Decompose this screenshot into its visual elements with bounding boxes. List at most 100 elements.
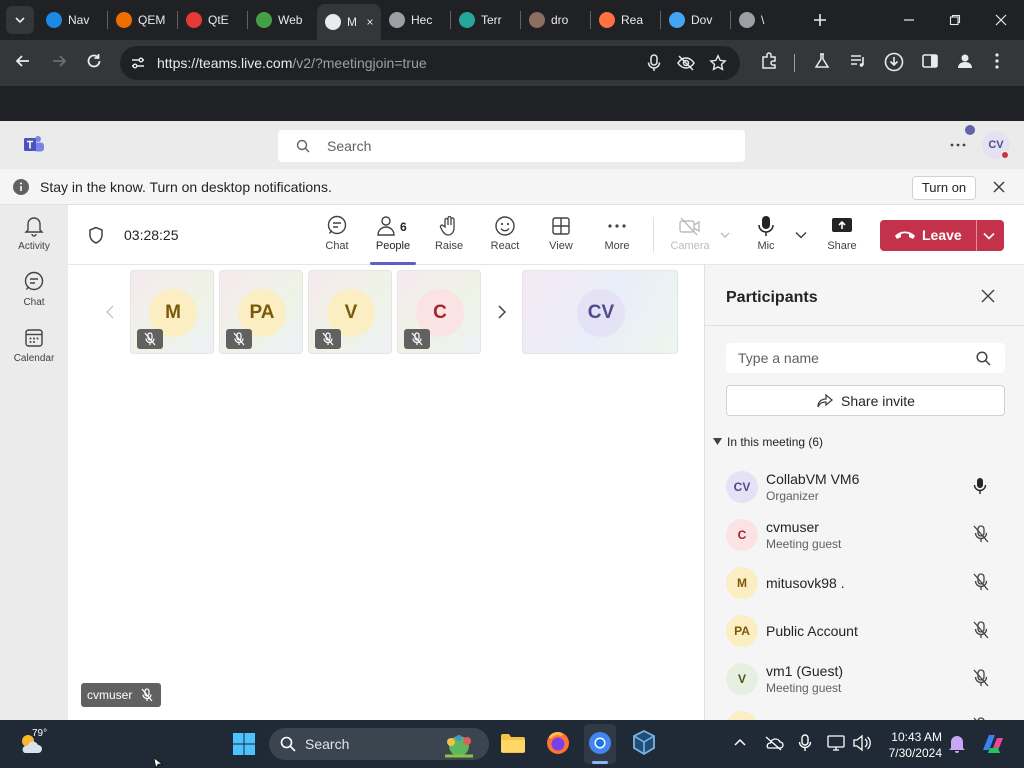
rail-item-chat[interactable]: Chat	[0, 271, 68, 308]
mic-off-icon	[322, 332, 334, 346]
media-controls-button[interactable]	[849, 52, 867, 70]
browser-tab[interactable]: Rea	[591, 4, 660, 36]
participant-row[interactable]: PA Public Account	[726, 611, 1016, 659]
bookmark-star-icon[interactable]	[709, 54, 727, 72]
person-icon	[958, 54, 972, 68]
browser-tab[interactable]: QEM	[108, 4, 177, 36]
app-rail: Activity Chat Calendar	[0, 205, 68, 720]
teams-search-box[interactable]: Search	[278, 130, 745, 162]
network-tray-icon[interactable]	[827, 734, 845, 752]
participant-search-input[interactable]	[726, 343, 1005, 373]
leave-label: Leave	[922, 227, 962, 243]
virtualbox-button[interactable]	[632, 730, 656, 756]
rail-item-calendar[interactable]: Calendar	[0, 327, 68, 364]
browser-tab[interactable]: Web	[248, 4, 317, 36]
firefox-button[interactable]	[545, 730, 571, 756]
participant-row[interactable]: Mmitusovk98 .	[726, 563, 1016, 611]
participant-tile[interactable]: M	[130, 270, 214, 354]
rail-item-activity[interactable]: Activity	[0, 215, 68, 252]
tiles-next-button[interactable]	[485, 270, 519, 354]
forward-button[interactable]	[50, 52, 68, 70]
camera-blocked-icon[interactable]	[676, 54, 696, 72]
address-bar[interactable]: https://teams.live.com/v2/?meetingjoin=t…	[120, 46, 740, 80]
browser-tab[interactable]: QtE	[178, 4, 247, 36]
taskbar-search[interactable]: Search	[269, 728, 489, 760]
browser-tab[interactable]: Terr	[451, 4, 520, 36]
chat-button[interactable]: Chat	[312, 215, 362, 252]
downloads-button[interactable]	[884, 52, 904, 72]
raise-hand-button[interactable]: Raise	[424, 215, 474, 252]
microphone-tray-icon[interactable]	[798, 734, 812, 752]
close-window-button[interactable]	[978, 0, 1024, 40]
share-invite-button[interactable]: Share invite	[726, 385, 1005, 416]
camera-button[interactable]: Camera	[665, 215, 715, 252]
turn-on-button[interactable]: Turn on	[912, 176, 976, 200]
notification-text: Stay in the know. Turn on desktop notifi…	[40, 179, 332, 195]
meeting-security-icon[interactable]	[88, 226, 104, 244]
clock-date: 7/30/2024	[888, 746, 942, 760]
labs-button[interactable]	[813, 52, 831, 70]
participant-row[interactable]: CV CollabVM VM6 Organizer	[726, 467, 1016, 515]
chrome-taskbar-button[interactable]	[584, 724, 616, 764]
participant-avatar: M	[726, 567, 758, 599]
notifications-bell-icon[interactable]	[948, 734, 966, 754]
participant-row[interactable]: Ccvmuser Meeting guest	[726, 515, 1016, 563]
tiles-prev-button[interactable]	[93, 270, 127, 354]
mouse-cursor-icon	[154, 758, 164, 768]
close-panel-button[interactable]	[981, 289, 995, 303]
close-tab-icon[interactable]	[367, 17, 373, 27]
new-tab-button[interactable]	[808, 8, 832, 32]
show-hidden-icons-button[interactable]	[734, 738, 746, 746]
share-button[interactable]: Share	[817, 215, 867, 252]
participant-tile[interactable]: PA	[219, 270, 303, 354]
minimize-button[interactable]	[886, 0, 932, 40]
participant-name: vm1 (Guest)	[766, 663, 844, 679]
view-button[interactable]: View	[536, 215, 586, 252]
side-panel-button[interactable]	[921, 52, 939, 70]
copilot-icon[interactable]	[980, 732, 1006, 756]
arrow-right-icon	[53, 55, 67, 67]
settings-more-button[interactable]	[950, 143, 966, 147]
mic-in-use-icon[interactable]	[646, 54, 662, 72]
react-button[interactable]: React	[480, 215, 530, 252]
browser-tab[interactable]: \	[731, 4, 800, 36]
taskbar-clock[interactable]: 10:43 AM 7/30/2024	[880, 729, 942, 761]
search-highlight-icon	[445, 735, 473, 758]
back-button[interactable]	[14, 52, 32, 70]
tab-title: QEM	[138, 13, 166, 27]
extensions-button[interactable]	[760, 52, 778, 70]
participants-panel: Participants Share invite In this meetin…	[704, 265, 1024, 720]
browser-tab[interactable]: Nav	[38, 4, 107, 36]
participant-tile[interactable]: V	[308, 270, 392, 354]
browser-tab[interactable]: dro	[521, 4, 590, 36]
participant-row[interactable]: Vvm1 (Guest) Meeting guest	[726, 659, 1016, 707]
in-meeting-section-header[interactable]: In this meeting (6)	[713, 435, 823, 449]
chat-icon	[327, 215, 347, 235]
file-explorer-button[interactable]	[500, 732, 526, 754]
site-settings-icon[interactable]	[130, 55, 146, 71]
tab-favicon-icon	[46, 12, 62, 28]
dismiss-notification-button[interactable]	[993, 181, 1005, 193]
more-button[interactable]: More	[592, 215, 642, 252]
leave-button[interactable]: Leave	[880, 220, 1004, 251]
self-video-tile[interactable]: CV	[522, 270, 678, 354]
onedrive-tray-icon[interactable]	[764, 735, 784, 751]
arrow-left-icon	[15, 55, 29, 67]
browser-tab[interactable]: Hec	[381, 4, 450, 36]
participant-row[interactable]: vm7 (Guest)	[726, 707, 1016, 720]
reload-button[interactable]	[85, 52, 103, 70]
tab-search-button[interactable]	[6, 6, 34, 34]
camera-options-chevron[interactable]	[720, 231, 730, 239]
tab-title: QtE	[208, 13, 229, 27]
browser-tab[interactable]: M	[317, 4, 381, 40]
chrome-menu-button[interactable]	[994, 52, 1000, 70]
people-button[interactable]: People	[368, 215, 418, 252]
participant-tile[interactable]: C	[397, 270, 481, 354]
profile-button[interactable]	[956, 52, 974, 70]
restore-button[interactable]	[932, 0, 978, 40]
mic-button[interactable]: Mic	[741, 215, 791, 252]
browser-tab[interactable]: Dov	[661, 4, 730, 36]
volume-tray-icon[interactable]	[852, 734, 872, 752]
start-button[interactable]	[232, 732, 256, 756]
mic-options-chevron[interactable]	[795, 231, 807, 239]
